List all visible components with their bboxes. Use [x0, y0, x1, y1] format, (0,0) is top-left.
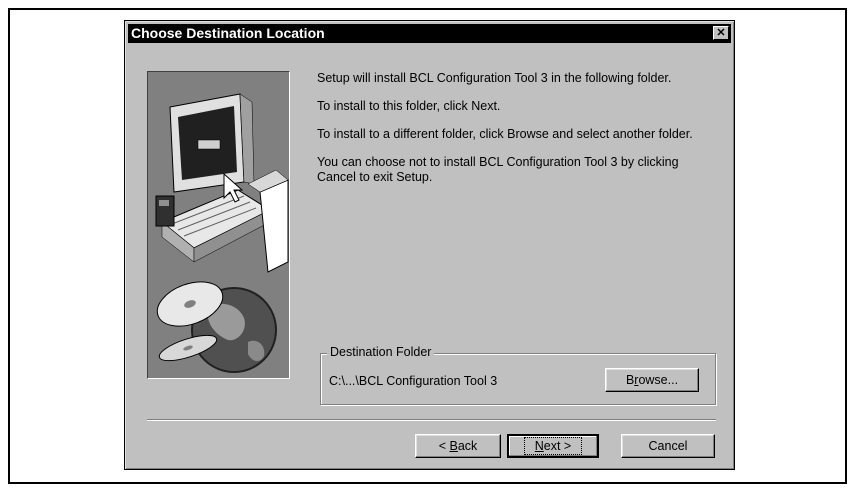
- destination-folder-group: Destination Folder C:\...\BCL Configurat…: [320, 345, 716, 405]
- browse-label: Browse...: [625, 373, 679, 387]
- title-bar[interactable]: Choose Destination Location ✕: [128, 24, 731, 43]
- back-button[interactable]: < Back: [415, 434, 501, 458]
- button-separator: [147, 419, 716, 421]
- next-instruction-text: To install to this folder, click Next.: [317, 99, 501, 113]
- browse-button[interactable]: Browse...: [605, 368, 699, 392]
- close-button[interactable]: ✕: [713, 26, 729, 40]
- setup-illustration: [147, 71, 290, 379]
- intro-text: Setup will install BCL Configuration Too…: [317, 71, 672, 85]
- back-label: < Back: [438, 439, 478, 453]
- browse-instruction-text: To install to a different folder, click …: [317, 127, 693, 141]
- instructions-text: Setup will install BCL Configuration Too…: [317, 71, 717, 198]
- computer-and-cd-globe-illustration: [155, 93, 289, 373]
- cancel-instruction-text: You can choose not to install BCL Config…: [317, 155, 679, 184]
- next-button[interactable]: Next >: [507, 434, 599, 458]
- cancel-button[interactable]: Cancel: [621, 434, 715, 458]
- close-icon: ✕: [716, 26, 726, 39]
- next-label: Next >: [523, 437, 583, 455]
- destination-folder-label: Destination Folder: [327, 345, 435, 359]
- destination-path: C:\...\BCL Configuration Tool 3: [329, 374, 498, 388]
- cancel-label: Cancel: [648, 439, 688, 453]
- dialog-title: Choose Destination Location: [131, 25, 325, 41]
- choose-destination-dialog: Choose Destination Location ✕ Setup will…: [124, 20, 735, 470]
